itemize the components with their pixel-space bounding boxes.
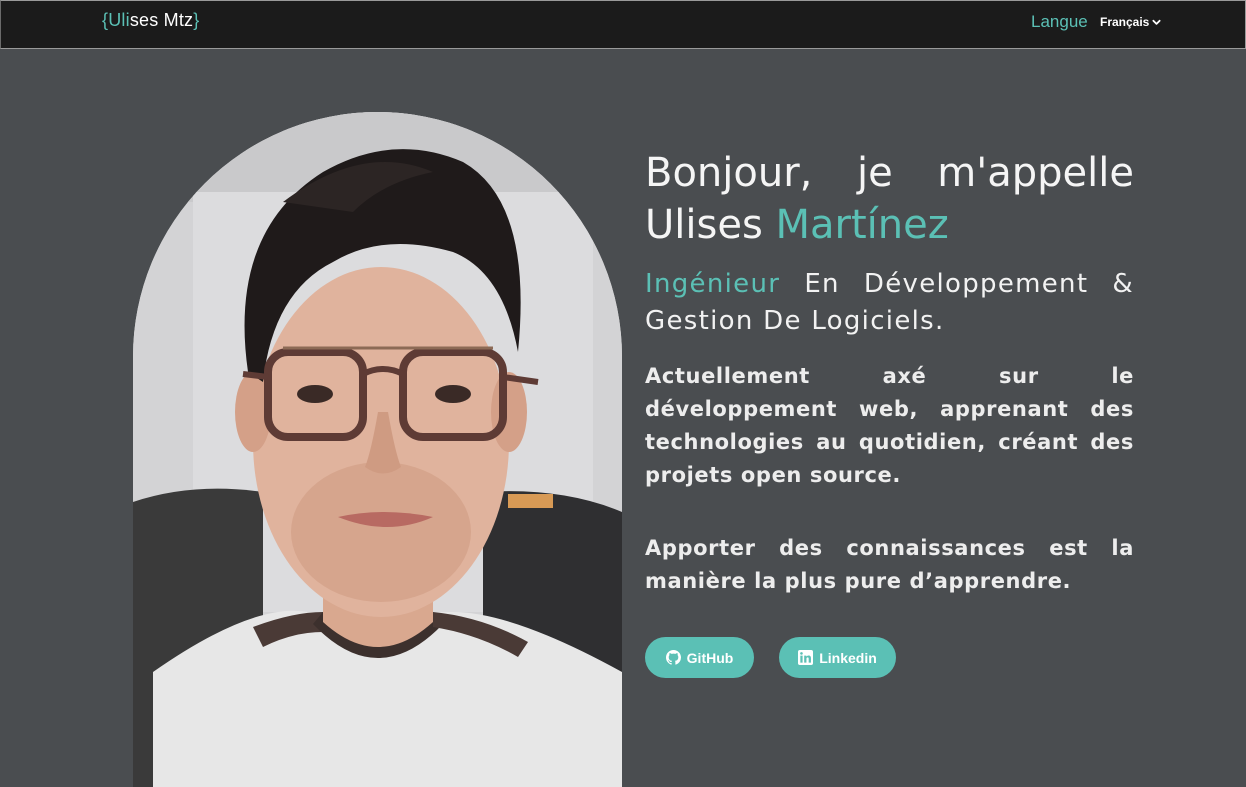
hero-role: Ingénieur En Développement & Gestion De … <box>645 266 1134 340</box>
profile-photo-illustration <box>133 112 622 787</box>
language-label: Langue <box>1031 12 1088 31</box>
hero-role-accent: Ingénieur <box>645 269 781 299</box>
hero-title: Bonjour, je m'appelle Ulises Martínez <box>645 147 1134 251</box>
logo-part-plain: ses Mtz <box>129 10 194 30</box>
github-button-label: GitHub <box>686 649 734 666</box>
github-icon <box>665 650 681 665</box>
linkedin-icon <box>798 650 814 665</box>
logo-part-accent: Uli <box>108 10 130 30</box>
hero-quote: Apporter des connaissances est la manièr… <box>645 536 1134 593</box>
profile-photo <box>133 112 622 787</box>
linkedin-button-label: Linkedin <box>819 649 877 666</box>
hero-name-accent: Martínez <box>775 202 949 248</box>
site-logo[interactable]: {Ulises Mtz} <box>102 10 199 31</box>
navbar: {Ulises Mtz} Langue Français <box>0 0 1246 49</box>
linkedin-button[interactable]: Linkedin <box>779 637 896 678</box>
logo-close-brace: } <box>193 10 200 30</box>
chevron-down-icon <box>1152 19 1161 25</box>
language-select-value: Français <box>1100 15 1150 29</box>
language-select[interactable]: Français <box>1100 15 1161 29</box>
github-button[interactable]: GitHub <box>645 637 754 678</box>
hero-description: Actuellement axé sur le développement we… <box>645 364 1134 487</box>
